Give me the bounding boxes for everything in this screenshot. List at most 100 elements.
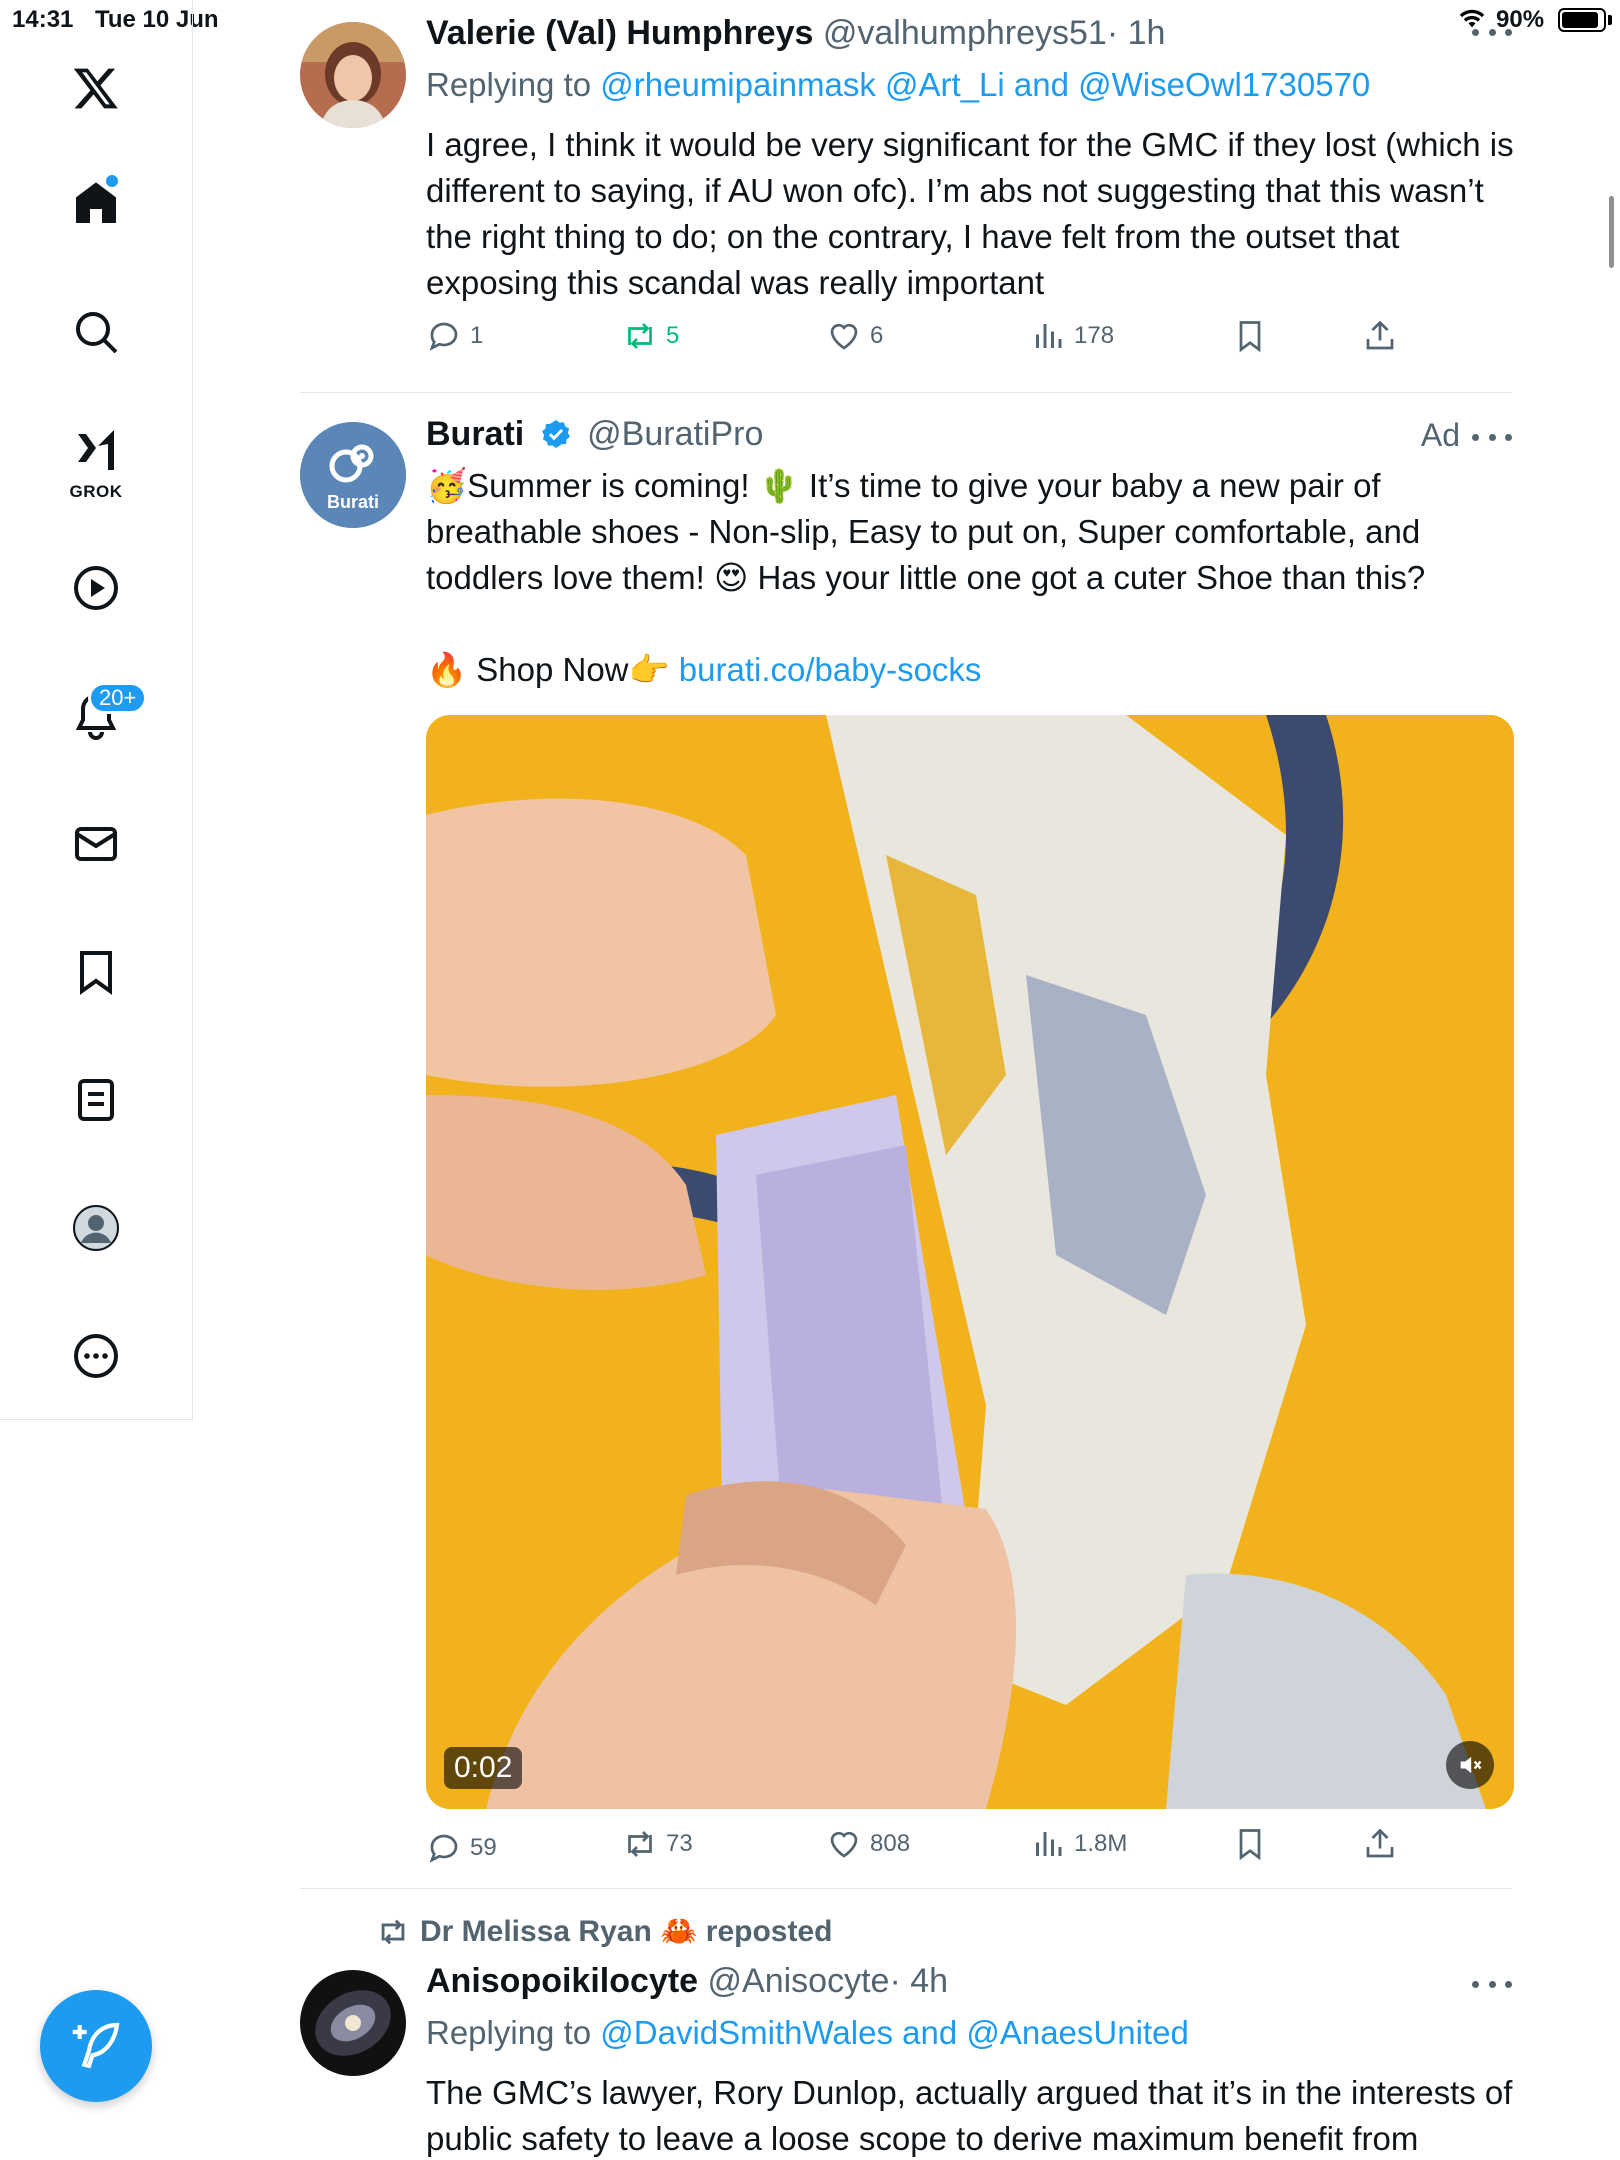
nav-profile[interactable]	[48, 1180, 144, 1276]
more-options-icon[interactable]	[1472, 427, 1512, 447]
bookmark-icon	[1239, 321, 1261, 353]
views-button[interactable]: 1.8M	[1030, 1826, 1127, 1862]
list-icon	[78, 1079, 114, 1121]
avatar[interactable]	[300, 1970, 406, 2076]
reposted-by-text: Dr Melissa Ryan 🦀 reposted	[420, 1915, 833, 1948]
reply-button[interactable]: 1	[426, 318, 483, 354]
ad-link[interactable]: burati.co/baby-socks	[679, 651, 982, 688]
bookmark-button[interactable]	[1232, 1826, 1268, 1862]
reposted-by[interactable]: Dr Melissa Ryan 🦀 reposted	[376, 1914, 833, 1949]
search-icon	[76, 312, 118, 354]
ad-label: Ad	[1420, 417, 1460, 453]
view-count: 1.8M	[1074, 1830, 1128, 1857]
mute-button[interactable]	[1446, 1741, 1494, 1789]
profile-avatar-icon	[73, 1205, 119, 1251]
nav-notifications[interactable]: 20+	[48, 668, 148, 764]
like-count: 6	[870, 322, 884, 349]
home-unread-dot	[106, 175, 118, 187]
nav-more[interactable]	[48, 1308, 144, 1404]
mail-icon	[75, 827, 117, 861]
views-button[interactable]: 178	[1030, 318, 1114, 354]
tweet-text: I agree, I think it would be very signif…	[426, 126, 1514, 301]
tweet-divider	[300, 392, 1512, 393]
repost-icon	[381, 1919, 405, 1944]
author-name[interactable]: Valerie (Val) Humphreys	[426, 14, 813, 52]
nav-bookmarks[interactable]	[48, 924, 144, 1020]
video-frame	[426, 715, 1514, 1809]
share-button[interactable]	[1362, 1826, 1398, 1862]
nav-messages[interactable]	[48, 796, 144, 892]
like-button[interactable]: 808	[826, 1826, 910, 1862]
nav-explore[interactable]	[48, 284, 144, 380]
repost-icon	[628, 1831, 652, 1857]
promoted-tweet[interactable]: Burati Burati @BuratiPro Ad 🥳Summer is c…	[300, 395, 1514, 1890]
repost-count: 73	[666, 1830, 693, 1857]
feather-plus-icon	[72, 2022, 120, 2069]
bookmark-button[interactable]	[1232, 318, 1268, 354]
share-button[interactable]	[1362, 318, 1398, 354]
grok-label: GROK	[69, 482, 123, 501]
heart-icon	[830, 323, 858, 350]
video-timestamp: 0:02	[444, 1747, 523, 1789]
play-icon	[74, 566, 118, 610]
scroll-indicator[interactable]	[1609, 196, 1614, 268]
like-count: 808	[870, 1830, 911, 1857]
avatar[interactable]: Burati	[300, 422, 406, 528]
author-handle[interactable]: @BuratiPro	[587, 415, 763, 453]
reply-icon	[429, 322, 458, 351]
nav-videos[interactable]	[48, 540, 144, 636]
repost-button[interactable]: 73	[622, 1826, 693, 1862]
avatar-brand-text: Burati	[326, 492, 379, 512]
cta-text: 🔥 Shop Now👉	[426, 651, 679, 688]
tweet-text: The GMC’s lawyer, Rory Dunlop, actually …	[426, 2074, 1513, 2157]
video-player[interactable]: 0:02	[426, 715, 1514, 1809]
author-name[interactable]: Burati	[426, 415, 524, 453]
muted-speaker-icon	[1460, 1756, 1482, 1774]
bookmark-icon	[80, 951, 112, 995]
battery-icon	[1558, 8, 1606, 32]
repost-count: 5	[666, 322, 680, 349]
avatar[interactable]	[300, 22, 406, 128]
tweet-time[interactable]: · 4h	[889, 1962, 948, 2000]
more-options-icon[interactable]	[1472, 22, 1512, 42]
repost-icon	[628, 323, 652, 349]
author-handle[interactable]: @Anisocyte	[708, 1962, 890, 2000]
nav-lists[interactable]	[48, 1052, 144, 1148]
reply-mentions[interactable]: @rheumipainmask @Art_Li and @WiseOwl1730…	[600, 66, 1370, 103]
compose-post-button[interactable]	[40, 1990, 152, 2102]
side-nav: GROK 20+	[0, 0, 193, 1420]
tweet[interactable]: Valerie (Val) Humphreys @valhumphreys51·…	[300, 0, 1514, 395]
reply-mentions[interactable]: @DavidSmithWales and @AnaesUnited	[600, 2014, 1189, 2051]
views-chart-icon	[1036, 1832, 1062, 1856]
replying-prefix: Replying to	[426, 66, 601, 103]
reply-button[interactable]: 59	[426, 1830, 497, 1866]
nav-home[interactable]	[48, 155, 144, 251]
replying-prefix: Replying to	[426, 2014, 601, 2051]
author-handle[interactable]: @valhumphreys51	[823, 14, 1107, 52]
more-options-icon[interactable]	[1472, 1974, 1512, 1994]
share-icon	[1366, 1828, 1394, 1858]
tweet[interactable]: Dr Melissa Ryan 🦀 reposted Anisopoikiloc…	[300, 1890, 1512, 2160]
replying-to: Replying to @rheumipainmask @Art_Li and …	[426, 66, 1370, 104]
reply-icon	[429, 1834, 458, 1863]
replying-to: Replying to @DavidSmithWales and @AnaesU…	[426, 2014, 1189, 2052]
verified-badge-icon	[541, 420, 570, 448]
nav-grok[interactable]: GROK	[48, 412, 144, 508]
like-button[interactable]: 6	[826, 318, 883, 354]
tweet-cta: 🔥 Shop Now👉 burati.co/baby-socks	[426, 647, 1516, 693]
notifications-badge: 20+	[88, 682, 148, 714]
grok-icon	[78, 430, 114, 470]
tweet-text: 🥳Summer is coming! 🌵 It’s time to give y…	[426, 467, 1426, 596]
views-chart-icon	[1036, 324, 1062, 348]
view-count: 178	[1074, 322, 1115, 349]
author-name[interactable]: Anisopoikilocyte	[426, 1962, 698, 2000]
reply-count: 59	[470, 1834, 497, 1861]
share-icon	[1366, 320, 1394, 350]
bookmark-icon	[1239, 1829, 1261, 1861]
tweet-actions-ad: 59 73 808 1.8M	[426, 1826, 1426, 1876]
repost-button[interactable]: 5	[622, 318, 679, 354]
more-circle-icon	[74, 1334, 118, 1378]
x-logo-icon[interactable]	[48, 40, 144, 136]
tweet-time[interactable]: · 1h	[1107, 14, 1166, 52]
tweet-actions: 1 5 6 178	[426, 318, 1426, 368]
